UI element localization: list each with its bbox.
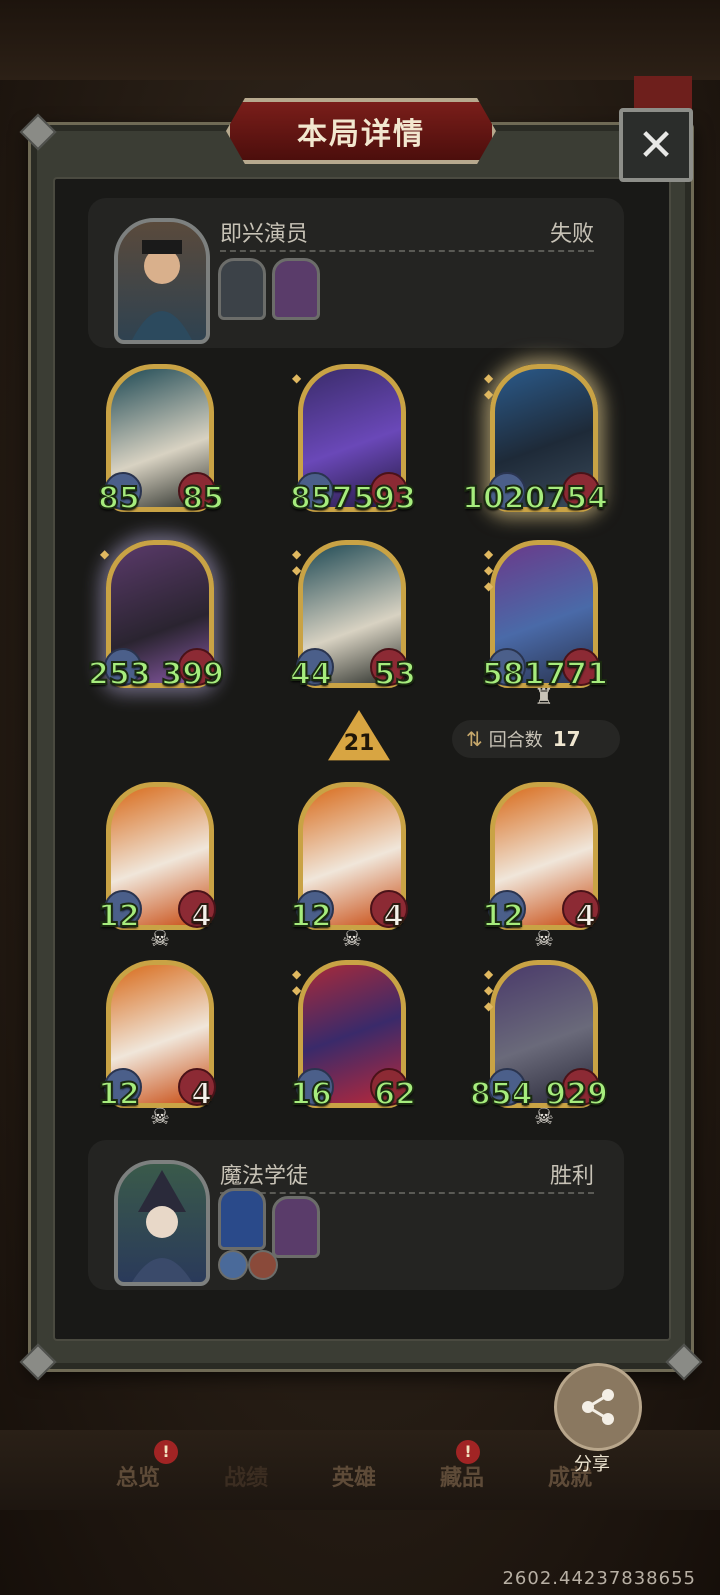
minion-health: 4 [190,898,213,935]
opponent-result: 失败 [549,222,594,247]
player-summary: 魔法学徒 胜利 [88,1140,624,1290]
player-hero-avatar[interactable] [114,1160,210,1286]
minion-attack: 12 [289,898,333,935]
minion-attack: 857 [289,480,354,517]
minion-health: 4 [382,898,405,935]
notification-badge: ! [456,1440,480,1464]
spell-card-icon[interactable] [272,1196,320,1258]
golden-stars-icon: ◆ ◆ [292,547,302,577]
minion-card[interactable]: 12 4 ☠ [481,782,602,952]
skull-icon: ☠ [150,1105,170,1130]
golden-stars-icon: ◆ ◆ [292,967,302,997]
skull-icon: ☠ [534,927,554,952]
share-button[interactable] [554,1363,642,1451]
close-icon: ✕ [637,119,675,171]
minion-health: 62 [373,1076,417,1113]
tab-records[interactable]: 战绩 [224,1460,268,1492]
minion-attack: 16 [289,1076,333,1113]
background-wood [0,0,720,80]
share-label: 分享 [574,1454,610,1475]
opponent-hero-avatar[interactable] [114,218,210,344]
buff-icon[interactable] [218,1250,248,1280]
minion-card[interactable]: ◆ 857 593 [289,364,417,520]
spell-card-icon[interactable] [272,258,320,320]
tab-overview[interactable]: 总览 [116,1460,160,1492]
minion-health: 399 [160,656,225,693]
divider [220,1192,594,1194]
minion-card[interactable]: 12 4 ☠ [289,782,410,952]
minion-card[interactable]: ◆ 253 399 [87,540,225,696]
trinket-icon[interactable] [218,1188,266,1250]
skull-icon: ☠ [150,927,170,952]
minion-card[interactable]: 12 4 ☠ [97,960,218,1130]
close-button[interactable]: ✕ [619,108,693,182]
minion-card[interactable]: ◆ ◆ 16 62 [289,960,417,1116]
minion-health: 4 [190,1076,213,1113]
version-number: 2602.44237838655 [502,1568,696,1589]
dialog-title-plate: 本局详情 [226,98,496,164]
rounds-value: 17 [552,727,581,751]
hero-portrait-icon [132,240,192,340]
golden-stars-icon: ◆ [100,547,110,561]
minion-health: 53 [373,656,417,693]
minion-card[interactable]: ◆ ◆ 44 53 [289,540,417,696]
opponent-summary: 即兴演员 失败 [88,198,624,348]
golden-stars-icon: ◆ ◆ [484,371,494,401]
hero-portrait-icon [132,1170,192,1282]
minion-health: 4 [574,898,597,935]
rounds-pill: ⇅ 回合数 17 [452,720,620,758]
dialog-title: 本局详情 [297,117,425,152]
minion-attack: 44 [289,656,333,693]
tab-heroes[interactable]: 英雄 [332,1460,376,1492]
rounds-label: 回合数 [488,730,543,751]
golden-stars-icon: ◆ ◆ ◆ [484,967,494,1013]
notification-badge: ! [154,1440,178,1464]
minion-card[interactable]: ◆ ◆ ◆ 854 929 ☠ [469,960,609,1130]
minion-attack: 253 [87,656,152,693]
skull-icon: ☠ [342,927,362,952]
frame-corner [19,113,57,151]
trinket-icon[interactable] [218,258,266,320]
minion-attack: 1020 [461,480,546,517]
buff-icon[interactable] [248,1250,278,1280]
golden-stars-icon: ◆ [292,371,302,385]
minion-card[interactable]: 85 85 [97,364,225,520]
minion-card[interactable]: 12 4 ☠ [97,782,218,952]
frame-corner [665,1343,703,1381]
divider [220,250,594,252]
reborn-icon: ♜ [534,685,554,710]
tab-collection[interactable]: 藏品 [440,1460,484,1492]
share-icon [582,1389,614,1425]
minion-attack: 85 [97,480,141,517]
minion-card[interactable]: ◆ ◆ ◆ 581 771 ♜ [481,540,609,710]
golden-stars-icon: ◆ ◆ ◆ [484,547,494,593]
opponent-name: 即兴演员 [220,222,309,247]
player-name: 魔法学徒 [220,1164,309,1189]
skull-icon: ☠ [534,1105,554,1130]
minion-attack: 12 [97,1076,141,1113]
minion-attack: 854 [469,1076,534,1113]
minion-health: 593 [352,480,417,517]
minion-attack: 12 [481,898,525,935]
tavern-tier: 21 [343,731,375,756]
minion-health: 754 [544,480,609,517]
minion-attack: 12 [97,898,141,935]
frame-corner [19,1343,57,1381]
swap-arrows-icon: ⇅ [466,727,483,751]
minion-card[interactable]: ◆ ◆ 1020 754 [461,364,609,520]
minion-health: 85 [181,480,225,517]
player-result: 胜利 [549,1164,594,1189]
